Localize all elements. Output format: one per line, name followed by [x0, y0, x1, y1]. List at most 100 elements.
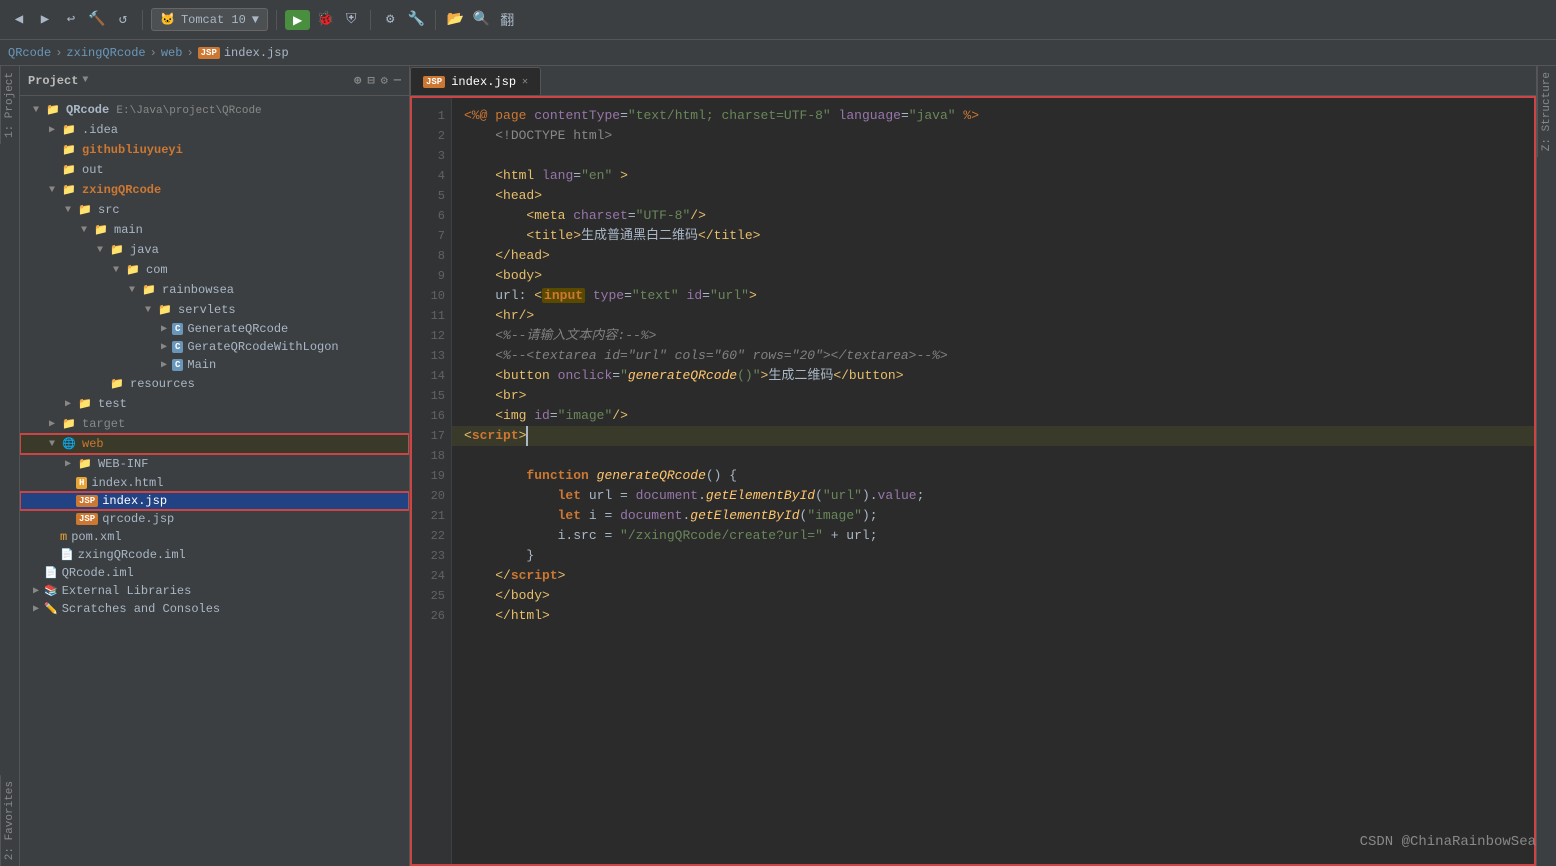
tree-main-class[interactable]: ▶ C Main	[20, 356, 409, 374]
tree-pom[interactable]: m pom.xml	[20, 528, 409, 546]
tree-zxing[interactable]: ▼ 📁 zxingQRcode	[20, 180, 409, 200]
tree-generate[interactable]: ▶ C GenerateQRcode	[20, 320, 409, 338]
github-icon: 📁	[60, 142, 78, 158]
add-icon[interactable]: ⊕	[354, 73, 361, 88]
breadcrumb-web[interactable]: web	[161, 46, 183, 60]
right-tab-structure[interactable]: Z: Structure	[1537, 66, 1556, 157]
left-tab-project[interactable]: 1: Project	[0, 66, 19, 144]
tree-qrcode-jsp[interactable]: JSP qrcode.jsp	[20, 510, 409, 528]
sep3	[370, 10, 371, 30]
idea-icon: 📁	[60, 122, 78, 138]
arrow-webinf: ▶	[60, 458, 76, 470]
toolbar-debug[interactable]: 🐞	[314, 9, 336, 31]
tree-idea[interactable]: ▶ 📁 .idea	[20, 120, 409, 140]
toolbar-build[interactable]: 🔨	[86, 9, 108, 31]
tree-servlets[interactable]: ▼ 📁 servlets	[20, 300, 409, 320]
tree-java[interactable]: ▼ 📁 java	[20, 240, 409, 260]
tree-scratches[interactable]: ▶ ✏️ Scratches and Consoles	[20, 600, 409, 618]
arrow-main-class: ▶	[156, 359, 172, 371]
breadcrumb-qrcode[interactable]: QRcode	[8, 46, 51, 60]
src-label: src	[98, 203, 120, 217]
project-dropdown-icon[interactable]: ▼	[82, 75, 88, 86]
tree-gerate[interactable]: ▶ C GerateQRcodeWithLogon	[20, 338, 409, 356]
toolbar-translate[interactable]: 翻	[496, 9, 518, 31]
zxing-icon: 📁	[60, 182, 78, 198]
arrow-idea: ▶	[44, 124, 60, 136]
code-line-21: i.src = "/zxingQRcode/create?url=" + url…	[464, 528, 878, 543]
web-icon: 🌐	[60, 436, 78, 452]
tree-webinf[interactable]: ▶ 📁 WEB-INF	[20, 454, 409, 474]
tree-resources[interactable]: 📁 resources	[20, 374, 409, 394]
toolbar-open[interactable]: 📂	[444, 9, 466, 31]
file-tree: ▼ 📁 QRcode E:\Java\project\QRcode ▶ 📁 .i…	[20, 96, 409, 866]
toolbar-search[interactable]: 🔍	[470, 9, 492, 31]
tree-ext-libs[interactable]: ▶ 📚 External Libraries	[20, 582, 409, 600]
arrow-generate: ▶	[156, 323, 172, 335]
gear-icon[interactable]: ⚙	[381, 73, 388, 88]
web-label: web	[82, 437, 104, 451]
code-area[interactable]: 1 2 3 4 5 6 7 8 9 10 11 12 13 14 15 16 1…	[410, 96, 1536, 866]
breadcrumb-zxing[interactable]: zxingQRcode	[66, 46, 145, 60]
tree-zxing-iml[interactable]: 📄 zxingQRcode.iml	[20, 546, 409, 564]
left-tab-favorites[interactable]: 2: Favorites	[0, 775, 19, 866]
servlets-icon: 📁	[156, 302, 174, 318]
qrcode-iml-label: QRcode.iml	[62, 566, 134, 580]
code-line-14: <button onclick="generateQRcode()">生成二维码…	[464, 368, 904, 383]
tab-close-button[interactable]: ✕	[522, 76, 528, 88]
editor-tab-index-jsp[interactable]: JSP index.jsp ✕	[410, 67, 541, 95]
code-line-24: </body>	[464, 588, 550, 603]
index-html-label: index.html	[91, 476, 163, 490]
hide-icon[interactable]: —	[394, 73, 401, 88]
tomcat-selector[interactable]: 🐱 Tomcat 10 ▼	[151, 8, 268, 31]
breadcrumb-sep2: ›	[150, 46, 157, 60]
toolbar-build2[interactable]: 🔧	[405, 9, 427, 31]
editor-tabs: JSP index.jsp ✕	[410, 66, 1536, 96]
tree-root[interactable]: ▼ 📁 QRcode E:\Java\project\QRcode	[20, 100, 409, 120]
toolbar-settings[interactable]: ⚙	[379, 9, 401, 31]
code-content[interactable]: <%@ page contentType="text/html; charset…	[452, 98, 1534, 864]
webinf-icon: 📁	[76, 456, 94, 472]
tree-com[interactable]: ▼ 📁 com	[20, 260, 409, 280]
tree-github[interactable]: 📁 githubliuyueyi	[20, 140, 409, 160]
tree-main[interactable]: ▼ 📁 main	[20, 220, 409, 240]
toolbar-forward[interactable]: ▶	[34, 9, 56, 31]
arrow-main: ▼	[76, 225, 92, 236]
tree-test[interactable]: ▶ 📁 test	[20, 394, 409, 414]
tree-qrcode-iml[interactable]: 📄 QRcode.iml	[20, 564, 409, 582]
root-label: QRcode E:\Java\project\QRcode	[66, 103, 262, 117]
sep2	[276, 10, 277, 30]
line-num-3: 3	[418, 146, 445, 166]
line-num-14: 14	[418, 366, 445, 386]
out-icon: 📁	[60, 162, 78, 178]
collapse-icon[interactable]: ⊟	[367, 73, 374, 88]
arrow-test: ▶	[60, 398, 76, 410]
tree-out[interactable]: 📁 out	[20, 160, 409, 180]
tree-index-html[interactable]: H index.html	[20, 474, 409, 492]
breadcrumb-sep3: ›	[186, 46, 193, 60]
line-num-2: 2	[418, 126, 445, 146]
line-num-20: 20	[418, 486, 445, 506]
toolbar-coverage[interactable]: ⛨	[340, 9, 362, 31]
sep4	[435, 10, 436, 30]
toolbar-back[interactable]: ◀	[8, 9, 30, 31]
code-line-5: <head>	[464, 188, 542, 203]
code-line-22: }	[464, 548, 534, 563]
run-button[interactable]: ▶	[285, 10, 310, 30]
toolbar: ◀ ▶ ↩ 🔨 ↺ 🐱 Tomcat 10 ▼ ▶ 🐞 ⛨ ⚙ 🔧 📂 🔍 翻	[0, 0, 1556, 40]
tree-web[interactable]: ▼ 🌐 web	[20, 434, 409, 454]
resources-label: resources	[130, 377, 195, 391]
breadcrumb: QRcode › zxingQRcode › web › JSP index.j…	[0, 40, 1556, 66]
zxing-label: zxingQRcode	[82, 183, 161, 197]
code-line-13: <%--<textarea id="url" cols="60" rows="2…	[464, 348, 948, 363]
arrow-java: ▼	[92, 245, 108, 256]
toolbar-undo[interactable]: ↩	[60, 9, 82, 31]
github-label: githubliuyueyi	[82, 143, 183, 157]
tree-target[interactable]: ▶ 📁 target	[20, 414, 409, 434]
tree-src[interactable]: ▼ 📁 src	[20, 200, 409, 220]
arrow-target: ▶	[44, 418, 60, 430]
tree-rainbow[interactable]: ▼ 📁 rainbowsea	[20, 280, 409, 300]
toolbar-refresh[interactable]: ↺	[112, 9, 134, 31]
breadcrumb-file: index.jsp	[224, 46, 289, 60]
tree-index-jsp[interactable]: JSP index.jsp	[20, 492, 409, 510]
breadcrumb-file-icon: JSP	[198, 47, 220, 59]
